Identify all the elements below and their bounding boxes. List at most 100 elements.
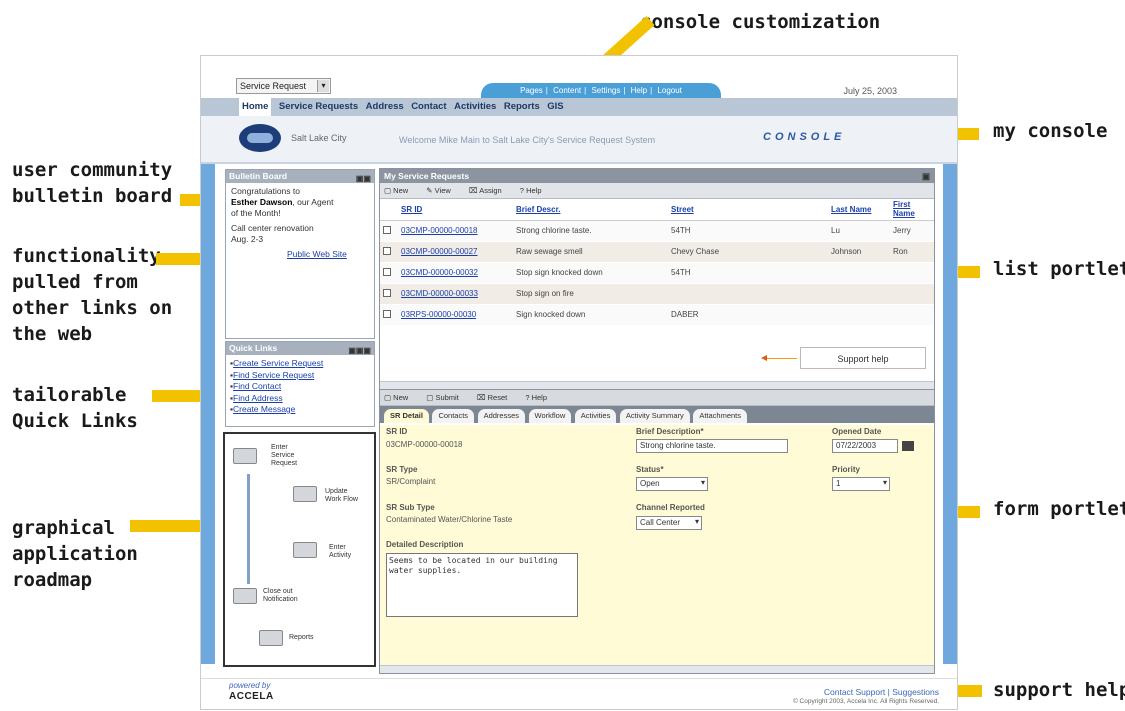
quick-link-create-message[interactable]: Create Message — [233, 404, 295, 414]
table-row[interactable]: 03CMD-00000-00032 Stop sign knocked down… — [380, 262, 934, 284]
sr-detail-form: SR ID 03CMP-00000-00018 Brief Descriptio… — [380, 425, 934, 673]
brief-descr-cell: Strong chlorine taste. — [513, 220, 668, 242]
sr-id-link[interactable]: 03CMP-00000-00027 — [398, 241, 513, 263]
contact-support-link[interactable]: Contact Support | Suggestions — [824, 687, 939, 697]
quick-link-find-address[interactable]: Find Address — [233, 393, 283, 403]
sr-id-link[interactable]: 03RPS-00000-00030 — [398, 304, 513, 326]
brief-description-input[interactable]: Strong chlorine taste. — [636, 439, 788, 453]
menu-activities[interactable]: Activities — [454, 98, 496, 116]
row-select-cell[interactable] — [380, 220, 398, 242]
quick-link-item[interactable]: Find Service Request — [230, 370, 370, 382]
table-row[interactable]: 03RPS-00000-00030 Sign knocked down DABE… — [380, 304, 934, 326]
row-select-cell[interactable] — [380, 283, 398, 305]
quick-link-create-service-request[interactable]: Create Service Request — [233, 358, 323, 368]
tab-activities[interactable]: Activities — [574, 409, 617, 423]
tab-activity-summary[interactable]: Activity Summary — [619, 409, 690, 423]
top-tab-help[interactable]: Help — [631, 86, 647, 95]
list-help-button[interactable]: ? Help — [520, 186, 550, 195]
list-assign-button[interactable]: ⌧ Assign — [469, 186, 510, 195]
quick-link-find-contact[interactable]: Find Contact — [233, 381, 281, 391]
tab-contacts[interactable]: Contacts — [432, 409, 475, 423]
column-header-first-name[interactable]: First Name — [890, 199, 934, 221]
quick-link-item[interactable]: Find Address — [230, 393, 370, 405]
roadmap-step-enter-activity[interactable]: Enter Activity — [329, 544, 363, 560]
tab-attachments[interactable]: Attachments — [693, 409, 747, 423]
portlet-controls-icon[interactable]: ▣▣▣ — [348, 344, 371, 357]
menu-service-requests[interactable]: Service Requests — [279, 98, 358, 116]
menu-address[interactable]: Address — [366, 98, 404, 116]
reports-icon[interactable] — [259, 630, 283, 646]
table-row[interactable]: 03CMP-00000-00018 Strong chlorine taste.… — [380, 220, 934, 242]
channel-reported-select[interactable]: Call Center — [636, 516, 702, 530]
table-row[interactable]: 03CMD-00000-00033 Stop sign on fire — [380, 283, 934, 305]
activity-icon[interactable] — [293, 542, 317, 558]
top-tab-pages[interactable]: Pages — [520, 86, 543, 95]
detailed-description-label: Detailed Description — [386, 540, 464, 549]
column-header-sr-id[interactable]: SR ID — [398, 199, 513, 221]
list-horizontal-scrollbar[interactable] — [380, 381, 934, 389]
row-checkbox[interactable] — [383, 267, 391, 276]
support-help-box[interactable]: Support help — [800, 347, 926, 369]
sr-id-link[interactable]: 03CMP-00000-00018 — [398, 220, 513, 242]
top-tab-settings[interactable]: Settings — [591, 86, 620, 95]
column-header-last-name[interactable]: Last Name — [828, 199, 890, 221]
roadmap-step-update-work-flow[interactable]: Update Work Flow — [325, 488, 365, 504]
welcome-message: Welcome Mike Main to Salt Lake City's Se… — [399, 135, 656, 145]
sr-id-link[interactable]: 03CMD-00000-00032 — [398, 262, 513, 284]
bulletin-line-1: Congratulations to — [231, 186, 300, 196]
opened-date-input[interactable]: 07/22/2003 — [832, 439, 898, 453]
callout-quick-links-line1: tailorable — [12, 384, 127, 406]
table-row[interactable]: 03CMP-00000-00027 Raw sewage smell Chevy… — [380, 241, 934, 263]
quick-link-item[interactable]: Create Service Request — [230, 358, 370, 370]
row-select-cell[interactable] — [380, 262, 398, 284]
tab-addresses[interactable]: Addresses — [477, 409, 526, 423]
list-view-button[interactable]: ✎ View — [426, 186, 459, 195]
callout-bulletin-board-line1: user community — [12, 159, 173, 181]
public-web-site-link[interactable]: Public Web Site — [287, 249, 369, 260]
workflow-icon[interactable] — [293, 486, 317, 502]
row-checkbox[interactable] — [383, 225, 391, 234]
row-checkbox[interactable] — [383, 246, 391, 255]
channel-reported-label: Channel Reported — [636, 503, 705, 512]
form-horizontal-scrollbar[interactable] — [380, 665, 934, 673]
form-reset-button[interactable]: ⌧ Reset — [477, 393, 515, 402]
roadmap-step-reports[interactable]: Reports — [289, 634, 314, 642]
calendar-icon[interactable] — [902, 441, 914, 451]
top-tab-logout[interactable]: Logout — [657, 86, 681, 95]
quick-link-find-service-request[interactable]: Find Service Request — [233, 370, 314, 380]
portlet-controls-icon[interactable]: ▣▣ — [356, 172, 371, 185]
row-checkbox[interactable] — [383, 288, 391, 297]
quick-link-item[interactable]: Create Message — [230, 404, 370, 416]
portlet-controls-icon[interactable]: ▣ — [922, 169, 930, 183]
notification-icon[interactable] — [233, 588, 257, 604]
row-select-cell[interactable] — [380, 241, 398, 263]
tab-sr-detail[interactable]: SR Detail — [384, 409, 429, 423]
roadmap-step-close-out-notification[interactable]: Close out Notification — [263, 588, 319, 604]
menu-gis[interactable]: GIS — [547, 98, 563, 116]
column-header-street[interactable]: Street — [668, 199, 828, 221]
computer-icon[interactable] — [233, 448, 257, 464]
tab-workflow[interactable]: Workflow — [528, 409, 572, 423]
row-checkbox[interactable] — [383, 309, 391, 318]
quick-link-item[interactable]: Find Contact — [230, 381, 370, 393]
callout-support-help: support help — [993, 679, 1125, 701]
row-select-cell[interactable] — [380, 304, 398, 326]
column-header-brief-descr[interactable]: Brief Descr. — [513, 199, 668, 221]
status-select[interactable]: Open — [636, 477, 708, 491]
bulletin-line-2: Esther Dawson, our Agent — [231, 197, 369, 208]
detailed-description-textarea[interactable]: Seems to be located in our building wate… — [386, 553, 578, 617]
priority-select[interactable]: 1 — [832, 477, 890, 491]
menu-reports[interactable]: Reports — [504, 98, 540, 116]
roadmap-step-enter-service-request[interactable]: Enter Service Request — [271, 444, 311, 468]
list-new-button[interactable]: ▢ New — [384, 186, 416, 195]
menu-contact[interactable]: Contact — [411, 98, 446, 116]
menu-home[interactable]: Home — [239, 98, 272, 116]
form-submit-button[interactable]: ▢ Submit — [426, 393, 467, 402]
sr-id-link[interactable]: 03CMD-00000-00033 — [398, 283, 513, 305]
opened-date-label: Opened Date — [832, 427, 882, 436]
service-type-select[interactable]: Service Request ▾ — [236, 78, 331, 94]
form-toolbar: ▢ New ▢ Submit ⌧ Reset ? Help — [380, 390, 934, 406]
top-tab-content[interactable]: Content — [553, 86, 581, 95]
form-help-button[interactable]: ? Help — [525, 393, 555, 402]
form-new-button[interactable]: ▢ New — [384, 393, 416, 402]
